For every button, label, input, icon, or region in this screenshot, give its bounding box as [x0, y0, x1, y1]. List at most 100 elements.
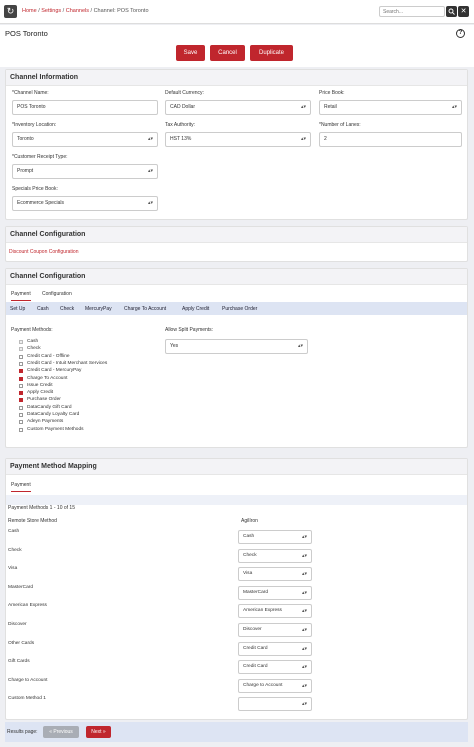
payment-method-label: DataCandy Gift Card [27, 404, 72, 410]
payment-method-label: Charge To Account [27, 375, 68, 381]
payment-method-checkbox[interactable] [19, 405, 23, 410]
specials-value: Ecommerce Specials [17, 200, 64, 206]
column-agiliron: AgilIron [241, 518, 258, 524]
payment-method-checkbox[interactable] [19, 427, 23, 432]
payment-method-checkbox[interactable] [19, 413, 23, 417]
payment-method-label: Credit Card - Intuit Merchant Services [27, 360, 108, 366]
subtab-setup[interactable]: Set Up [10, 306, 25, 312]
close-icon[interactable]: ✕ [458, 6, 469, 17]
agiliron-method-select[interactable]: Credit Card ▴▾ [238, 641, 312, 656]
select-arrows-icon: ▴▾ [301, 552, 307, 559]
payment-method-label: Purchase Order [27, 397, 61, 403]
remote-method-label: MasterCard [8, 584, 34, 590]
subtab-cash[interactable]: Cash [37, 306, 49, 312]
agiliron-method-value: Credit Card [243, 664, 268, 670]
duplicate-button[interactable]: Duplicate [250, 45, 293, 61]
remote-method-label: American Express [8, 603, 47, 609]
payment-method-checkbox[interactable] [19, 420, 23, 425]
remote-method-label: Visa [8, 566, 18, 572]
select-arrows-icon: ▴▾ [301, 589, 307, 596]
agiliron-method-select[interactable]: Charge to Account ▴▾ [238, 678, 312, 693]
pagination-bar: Results page: « Previous Next » [5, 722, 468, 742]
tax-select[interactable]: HST 13% ▴▾ [165, 132, 311, 147]
select-arrows-icon: ▴▾ [300, 136, 306, 142]
payment-subnav: Set Up Cash Check MercuryPay Charge To A… [6, 302, 467, 315]
agiliron-method-select[interactable]: MasterCard ▴▾ [238, 585, 312, 600]
result-count: Payment Methods 1 - 10 of 15 [8, 505, 75, 511]
channel-information-panel: Channel Information *Channel Name: POS T… [5, 69, 468, 220]
breadcrumb-home[interactable]: Home [22, 8, 37, 14]
search-input[interactable] [379, 6, 445, 17]
currency-select[interactable]: CAD Dollar ▴▾ [165, 100, 311, 115]
payment-method-checkbox[interactable] [19, 398, 23, 403]
payment-method-label: Custom Payment Methods [27, 426, 84, 432]
lanes-label: *Number of Lanes: [319, 122, 361, 128]
breadcrumb-current: Channel: POS Toronto [93, 8, 149, 14]
select-arrows-icon: ▴▾ [147, 136, 153, 142]
split-payments-label: Allow Split Payments: [165, 327, 214, 333]
lanes-field[interactable]: 2 [319, 132, 462, 147]
subtab-apply-credit[interactable]: Apply Credit [182, 306, 209, 312]
payment-method-label: DataCandy Loyalty Card [27, 412, 80, 417]
price-book-select[interactable]: Retail ▴▾ [319, 100, 462, 115]
agiliron-method-select[interactable]: Discover ▴▾ [238, 623, 312, 637]
specials-select[interactable]: Ecommerce Specials ▴▾ [12, 196, 158, 211]
page-header: POS Toronto ? Save Cancel Duplicate [0, 25, 474, 67]
payment-method-checkbox[interactable] [19, 391, 23, 396]
payment-method-label: Credit Card - MercuryPay [27, 368, 82, 374]
breadcrumb-separator: / [62, 8, 65, 14]
search-icon [448, 8, 455, 15]
agiliron-method-select[interactable]: ▴▾ [238, 697, 312, 712]
next-button[interactable]: Next » [86, 726, 111, 738]
refresh-icon[interactable]: ↻ [4, 5, 17, 18]
payment-method-label: Issue Credit [27, 382, 53, 388]
agiliron-method-select[interactable]: Visa ▴▾ [238, 567, 312, 582]
agiliron-method-select[interactable]: Credit Card ▴▾ [238, 660, 312, 675]
inventory-select[interactable]: Toronto ▴▾ [12, 132, 158, 147]
breadcrumb-settings[interactable]: Settings [41, 8, 61, 14]
subtab-purchase-order[interactable]: Purchase Order [222, 306, 257, 312]
price-book-label: Price Book: [319, 90, 345, 96]
panel-title: Channel Configuration [10, 231, 86, 238]
tab-configuration[interactable]: Configuration [42, 291, 72, 297]
lanes-value: 2 [324, 136, 327, 142]
remote-method-label: Custom Method 1 [8, 696, 46, 702]
tab-payment[interactable]: Payment [11, 291, 31, 301]
payment-method-checkbox[interactable] [19, 376, 23, 381]
payment-method-label: Adeyn Payments [27, 419, 64, 425]
search-button[interactable] [446, 6, 457, 17]
agiliron-method-select[interactable]: Cash ▴▾ [238, 530, 312, 544]
discount-coupon-link[interactable]: Discount Coupon Configuration [9, 249, 79, 255]
panel-title: Payment Method Mapping [10, 463, 97, 470]
channel-name-field[interactable]: POS Toronto [12, 100, 158, 115]
top-bar: ↻ Home / Settings / Channels / Channel: … [0, 0, 474, 24]
mapping-tab-bar [6, 495, 467, 505]
subtab-check[interactable]: Check [60, 306, 74, 312]
split-payments-select[interactable]: Yes ▴▾ [165, 339, 308, 354]
agiliron-method-select[interactable]: American Express ▴▾ [238, 604, 312, 619]
help-icon[interactable]: ? [456, 29, 465, 38]
remote-method-label: Other Cards [8, 640, 35, 646]
agiliron-method-value: Credit Card [243, 645, 268, 651]
select-arrows-icon: ▴▾ [147, 200, 153, 206]
payment-method-checkbox[interactable] [19, 383, 23, 388]
tab-payment[interactable]: Payment [11, 482, 31, 492]
save-button[interactable]: Save [176, 45, 205, 61]
select-arrows-icon: ▴▾ [301, 571, 307, 578]
subtab-charge-to-account[interactable]: Charge To Account [124, 306, 166, 312]
subtab-mercurypay[interactable]: MercuryPay [85, 306, 112, 312]
payment-method-checkbox[interactable] [19, 354, 23, 359]
receipt-type-select[interactable]: Prompt ▴▾ [12, 164, 158, 179]
panel-title: Channel Information [10, 74, 79, 81]
payment-method-checkbox[interactable] [19, 361, 23, 366]
breadcrumb-separator: / [90, 8, 93, 14]
agiliron-method-select[interactable]: Check ▴▾ [238, 548, 312, 563]
previous-button[interactable]: « Previous [43, 726, 79, 738]
payment-method-mapping-panel: Payment Method Mapping Payment Payment M… [5, 458, 468, 720]
cancel-button[interactable]: Cancel [210, 45, 245, 61]
channel-configuration-payment-panel: Channel Configuration Payment Configurat… [5, 268, 468, 448]
payment-method-checkbox[interactable] [19, 369, 23, 374]
agiliron-method-value: Visa [243, 571, 253, 577]
receipt-type-value: Prompt [17, 168, 34, 174]
breadcrumb-channels[interactable]: Channels [66, 8, 89, 14]
